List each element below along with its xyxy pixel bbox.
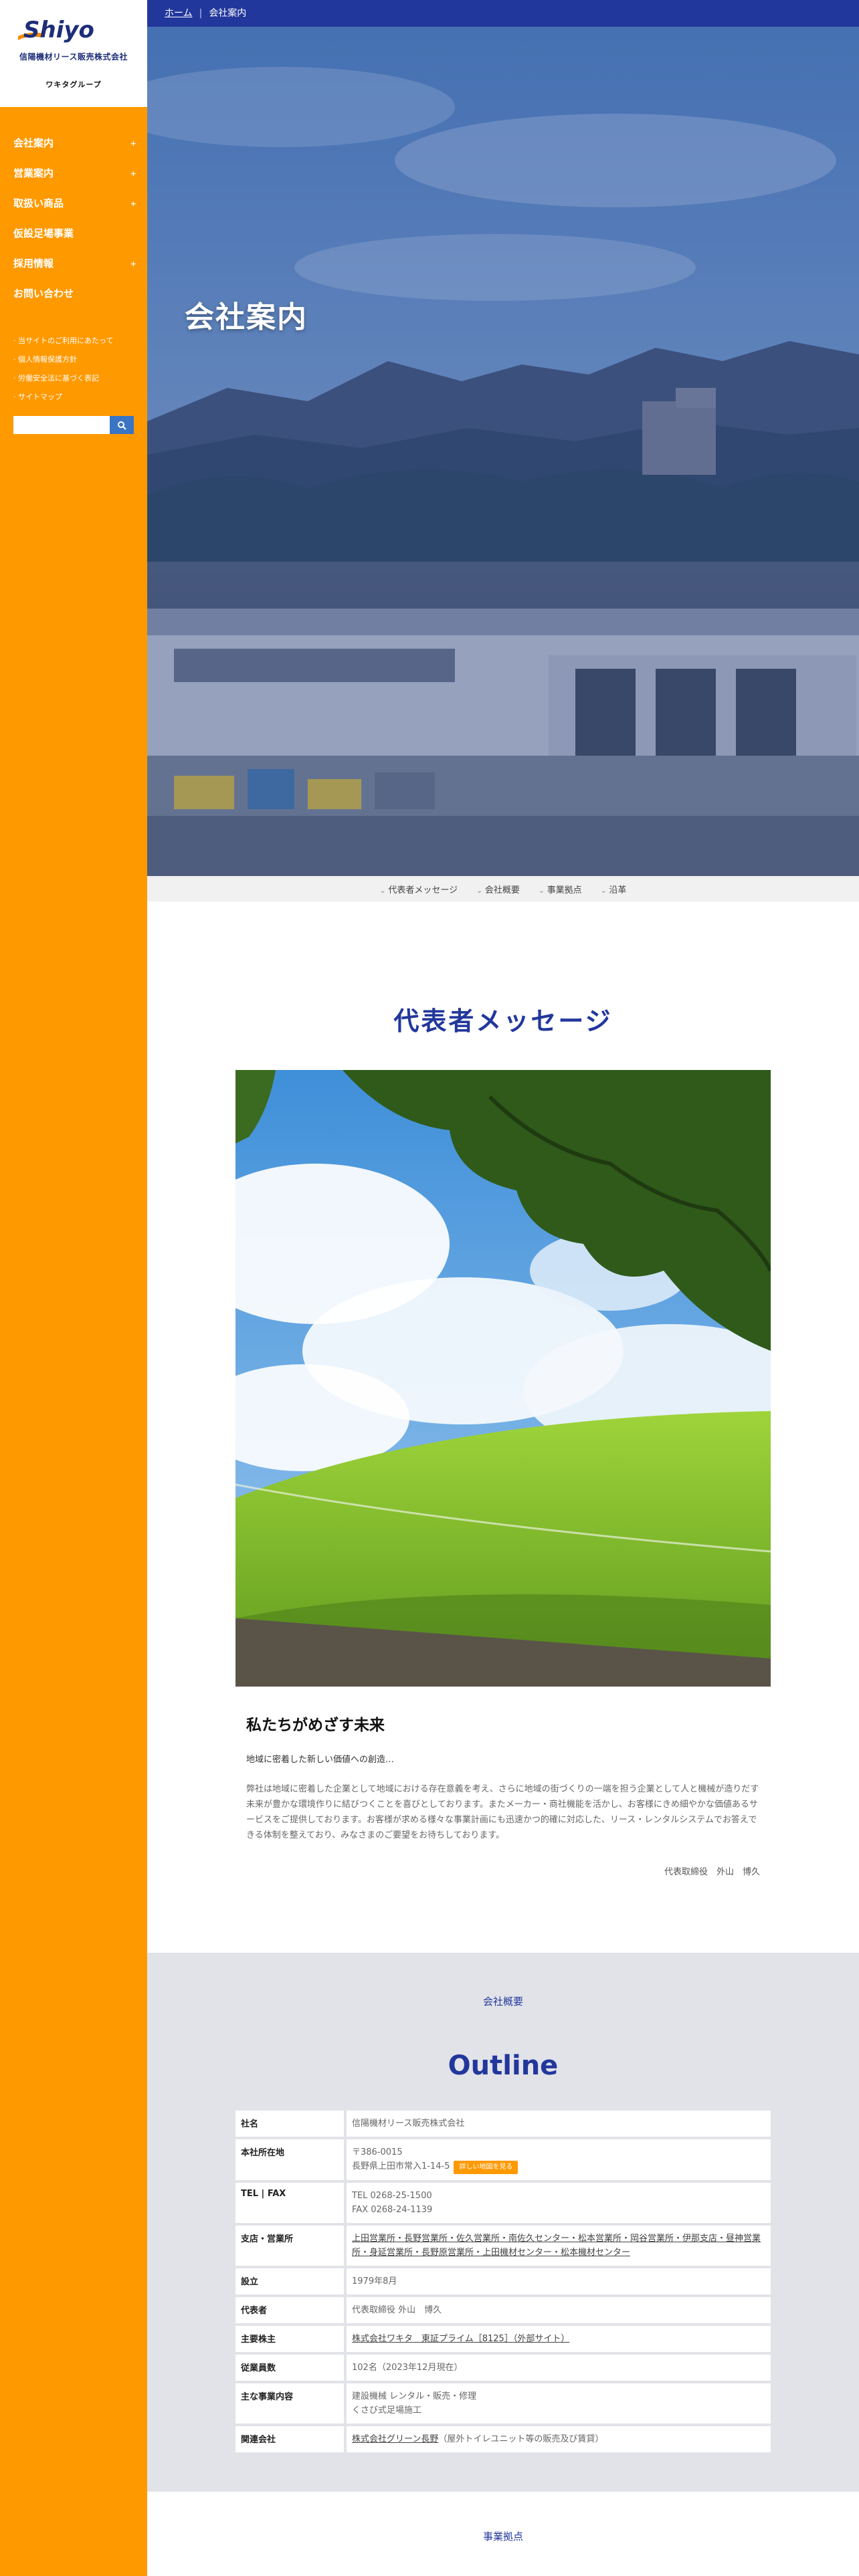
row-value: 1979年8月 bbox=[347, 2268, 771, 2294]
nav-item-recruit[interactable]: 採用情報 + bbox=[0, 249, 147, 279]
table-row: 代表者 代表取締役 外山 博久 bbox=[235, 2297, 771, 2323]
row-label: 本社所在地 bbox=[235, 2139, 344, 2180]
hero-banner: 会社案内 bbox=[147, 27, 859, 876]
anchor-history[interactable]: 沿革 bbox=[601, 883, 626, 895]
locations-subtitle: 事業拠点 bbox=[482, 2531, 523, 2543]
logo-area[interactable]: Shiyo 信陽機材リース販売株式会社 ワキタグループ bbox=[0, 0, 147, 107]
row-label: 関連会社 bbox=[235, 2426, 344, 2452]
plus-icon: + bbox=[130, 199, 136, 208]
nav-item-company[interactable]: 会社案内 + bbox=[0, 128, 147, 158]
row-label: 主要株主 bbox=[235, 2326, 344, 2352]
row-value: 建設機械 レンタル・販売・修理 くさび式足場施工 bbox=[347, 2383, 771, 2424]
message-section-title: 代表者メッセージ bbox=[393, 1006, 613, 1036]
row-value: 102名（2023年12月現在） bbox=[347, 2355, 771, 2381]
row-value: 上田営業所・長野営業所・佐久営業所・南佐久センター・松本営業所・岡谷営業所・伊那… bbox=[347, 2226, 771, 2266]
nav-item-contact[interactable]: お問い合わせ bbox=[0, 279, 147, 309]
affiliate-note: （屋外トイレユニット等の販売及び賃貸） bbox=[438, 2434, 604, 2444]
breadcrumb-current: 会社案内 bbox=[209, 8, 247, 19]
row-value: 株式会社グリーン長野（屋外トイレユニット等の販売及び賃貸） bbox=[347, 2426, 771, 2452]
search-input[interactable] bbox=[13, 416, 110, 434]
table-row: 本社所在地 〒386-0015 長野県上田市常入1-14-5 詳しい地図を見る bbox=[235, 2139, 771, 2180]
nav-label: 取扱い商品 bbox=[13, 197, 64, 209]
svg-text:Shiyo: Shiyo bbox=[23, 17, 94, 43]
plus-icon: + bbox=[130, 259, 136, 268]
link-sitemap[interactable]: サイトマップ bbox=[13, 388, 113, 407]
company-subname: 信陽機材リース販売株式会社 bbox=[19, 52, 128, 62]
plus-icon: + bbox=[130, 169, 136, 178]
nav-label: 仮設足場事業 bbox=[13, 227, 74, 239]
row-value: 代表取締役 外山 博久 bbox=[347, 2297, 771, 2323]
search-form bbox=[13, 416, 134, 434]
plus-icon: + bbox=[130, 139, 136, 148]
row-value: 信陽機材リース販売株式会社 bbox=[347, 2111, 771, 2137]
nav-item-scaffold[interactable]: 仮設足場事業 bbox=[0, 219, 147, 249]
link-labor-notice[interactable]: 労働安全法に基づく表記 bbox=[13, 369, 113, 388]
row-label: TEL | FAX bbox=[235, 2183, 344, 2223]
row-value: TEL 0268-25-1500 FAX 0268-24-1139 bbox=[347, 2183, 771, 2223]
row-label: 社名 bbox=[235, 2111, 344, 2137]
anchor-outline[interactable]: 会社概要 bbox=[476, 883, 520, 895]
hill-sky-photo bbox=[235, 1070, 771, 1687]
page-title: 会社案内 bbox=[185, 300, 308, 334]
table-row: 主要株主 株式会社ワキタ 東証プライム［8125］（外部サイト） bbox=[235, 2326, 771, 2352]
group-logo: ワキタグループ bbox=[45, 80, 102, 89]
postal-code: 〒386-0015 bbox=[352, 2147, 403, 2157]
hero-photo bbox=[147, 27, 859, 876]
row-label: 設立 bbox=[235, 2268, 344, 2294]
table-row: 従業員数 102名（2023年12月現在） bbox=[235, 2355, 771, 2381]
anchor-message[interactable]: 代表者メッセージ bbox=[380, 883, 458, 895]
table-row: 社名 信陽機材リース販売株式会社 bbox=[235, 2111, 771, 2137]
footer-links: 当サイトのご利用にあたって 個人情報保護方針 労働安全法に基づく表記 サイトマッ… bbox=[13, 332, 113, 407]
anchor-locations[interactable]: 事業拠点 bbox=[539, 883, 582, 895]
row-value: 〒386-0015 長野県上田市常入1-14-5 詳しい地図を見る bbox=[347, 2139, 771, 2180]
table-row: TEL | FAX TEL 0268-25-1500 FAX 0268-24-1… bbox=[235, 2183, 771, 2223]
message-signature: 代表取締役 外山 博久 bbox=[664, 1867, 760, 1877]
nav-label: お問い合わせ bbox=[13, 288, 74, 300]
table-row: 支店・営業所 上田営業所・長野営業所・佐久営業所・南佐久センター・松本営業所・岡… bbox=[235, 2226, 771, 2266]
main-nav: 会社案内 + 営業案内 + 取扱い商品 + 仮設足場事業 採用情報 + お問い合わせ bbox=[0, 128, 147, 309]
message-heading: 私たちがめざす未来 bbox=[246, 1717, 385, 1734]
nav-label: 会社案内 bbox=[13, 137, 54, 149]
row-label: 代表者 bbox=[235, 2297, 344, 2323]
row-label: 従業員数 bbox=[235, 2355, 344, 2381]
business-line: 建設機械 レンタル・販売・修理 bbox=[352, 2391, 477, 2401]
affiliate-link[interactable]: 株式会社グリーン長野 bbox=[352, 2434, 438, 2444]
nav-label: 採用情報 bbox=[13, 257, 54, 270]
link-terms[interactable]: 当サイトのご利用にあたって bbox=[13, 332, 113, 350]
address: 長野県上田市常入1-14-5 bbox=[352, 2161, 450, 2171]
row-value: 株式会社ワキタ 東証プライム［8125］（外部サイト） bbox=[347, 2326, 771, 2352]
company-outline-table: 社名 信陽機材リース販売株式会社 本社所在地 〒386-0015 長野県上田市常… bbox=[235, 2111, 771, 2455]
branch-links[interactable]: 上田営業所・長野営業所・佐久営業所・南佐久センター・松本営業所・岡谷営業所・伊那… bbox=[352, 2234, 761, 2258]
nav-label: 営業案内 bbox=[13, 167, 54, 179]
fax: FAX 0268-24-1139 bbox=[352, 2205, 433, 2215]
nav-item-business[interactable]: 営業案内 + bbox=[0, 158, 147, 189]
shareholder-link[interactable]: 株式会社ワキタ 東証プライム［8125］（外部サイト） bbox=[352, 2334, 569, 2344]
search-icon bbox=[118, 421, 126, 430]
sidebar: Shiyo 信陽機材リース販売株式会社 ワキタグループ 会社案内 + 営業案内 + … bbox=[0, 0, 147, 2576]
breadcrumb-home[interactable]: ホーム bbox=[165, 8, 193, 19]
company-logo: Shiyo bbox=[18, 17, 94, 43]
map-button[interactable]: 詳しい地図を見る bbox=[454, 2161, 518, 2174]
table-row: 設立 1979年8月 bbox=[235, 2268, 771, 2294]
business-line: くさび式足場施工 bbox=[352, 2405, 422, 2416]
table-row: 関連会社 株式会社グリーン長野（屋外トイレユニット等の販売及び賃貸） bbox=[235, 2426, 771, 2452]
nav-item-products[interactable]: 取扱い商品 + bbox=[0, 189, 147, 219]
outline-subtitle: 会社概要 bbox=[482, 1996, 523, 2008]
breadcrumb-separator: | bbox=[199, 8, 203, 19]
outline-title: Outline bbox=[448, 2050, 559, 2081]
tel: TEL 0268-25-1500 bbox=[352, 2191, 432, 2201]
row-label: 主な事業内容 bbox=[235, 2383, 344, 2424]
table-row: 主な事業内容 建設機械 レンタル・販売・修理 くさび式足場施工 bbox=[235, 2383, 771, 2424]
anchor-nav: 代表者メッセージ 会社概要 事業拠点 沿革 bbox=[147, 876, 859, 901]
message-lead: 地域に密着した新しい価値への創造… bbox=[246, 1755, 395, 1765]
message-photo bbox=[235, 1070, 771, 1687]
search-button[interactable] bbox=[110, 416, 134, 434]
message-body: 弊社は地域に密着した企業として地域における存在意義を考え、さらに地域の街づくりの… bbox=[246, 1784, 759, 1840]
row-label: 支店・営業所 bbox=[235, 2226, 344, 2266]
breadcrumb: ホーム | 会社案内 bbox=[147, 0, 859, 27]
link-privacy[interactable]: 個人情報保護方針 bbox=[13, 350, 113, 369]
